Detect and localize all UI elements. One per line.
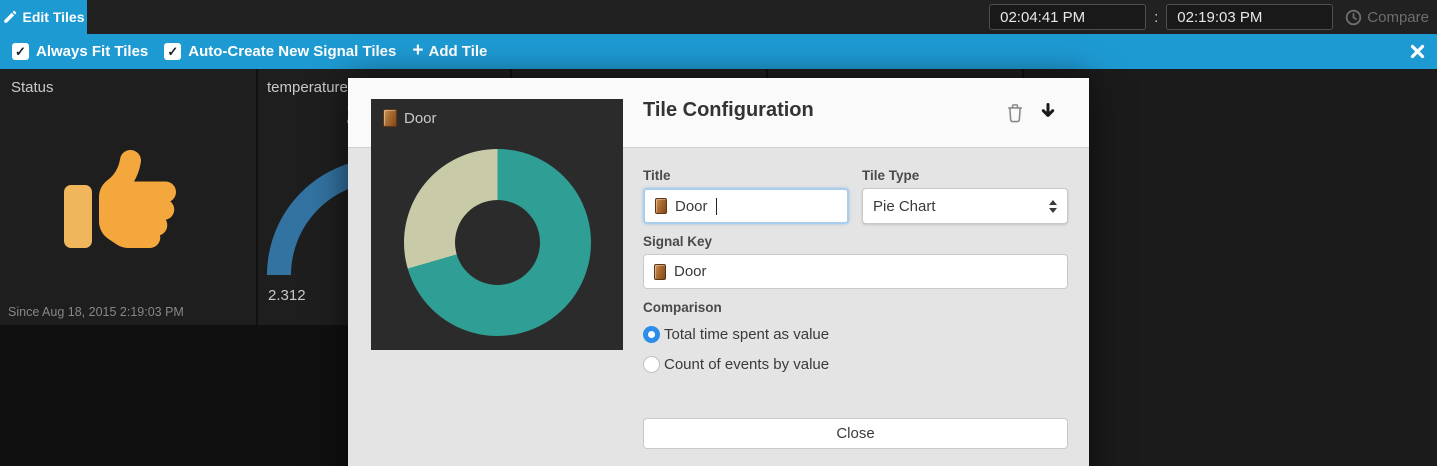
title-label: Title <box>643 168 671 183</box>
temperature-gauge-label: 2.312 <box>268 287 306 304</box>
edit-tiles-screen: Edit Tiles 02:04:41 PM : 02:19:03 PM Com… <box>0 0 1437 466</box>
select-arrows-icon <box>1049 200 1057 213</box>
radio-icon <box>643 326 660 343</box>
download-tile-button[interactable] <box>1039 102 1057 122</box>
time-range-controls: 02:04:41 PM : 02:19:03 PM Compare <box>989 0 1437 34</box>
add-tile-button[interactable]: + Add Tile <box>412 43 487 60</box>
tile-type-label: Tile Type <box>862 168 919 183</box>
pie-tile-preview: Door <box>371 99 623 350</box>
arrow-down-icon <box>1043 105 1052 116</box>
door-emoji <box>383 109 397 127</box>
radio-count-events-label: Count of events by value <box>664 356 829 373</box>
tile-type-value: Pie Chart <box>873 198 936 215</box>
always-fit-tiles-label: Always Fit Tiles <box>36 43 148 60</box>
add-tile-label: Add Tile <box>428 43 487 60</box>
end-time-input[interactable]: 02:19:03 PM <box>1166 4 1333 30</box>
start-time-input[interactable]: 02:04:41 PM <box>989 4 1146 30</box>
close-edit-mode-button[interactable] <box>1410 44 1425 59</box>
radio-total-time-spent[interactable]: Total time spent as value <box>643 326 829 343</box>
plus-icon: + <box>412 41 423 60</box>
signal-key-value: Door <box>674 263 707 280</box>
pencil-icon <box>3 10 17 24</box>
x-icon <box>1413 47 1423 57</box>
radio-icon <box>643 356 660 373</box>
edit-tiles-tab[interactable]: Edit Tiles <box>0 0 87 34</box>
edit-toolbar: ✓ Always Fit Tiles ✓ Auto-Create New Sig… <box>0 34 1437 69</box>
clock-icon <box>1345 9 1362 26</box>
signal-key-label: Signal Key <box>643 234 712 249</box>
checkbox-icon: ✓ <box>164 43 181 60</box>
auto-create-tiles-checkbox[interactable]: ✓ Auto-Create New Signal Tiles <box>164 43 396 60</box>
radio-total-time-label: Total time spent as value <box>664 326 829 343</box>
donut-hole <box>455 200 540 285</box>
edit-tiles-label: Edit Tiles <box>23 9 85 25</box>
thumbs-up-emoji <box>64 143 176 255</box>
tile-type-select[interactable]: Pie Chart <box>862 188 1068 224</box>
top-bar: Edit Tiles 02:04:41 PM : 02:19:03 PM Com… <box>0 0 1437 34</box>
comparison-label: Comparison <box>643 300 722 315</box>
door-emoji <box>654 264 666 280</box>
close-modal-button[interactable]: Close <box>643 418 1068 449</box>
auto-create-tiles-label: Auto-Create New Signal Tiles <box>188 43 396 60</box>
compare-button[interactable]: Compare <box>1345 9 1429 26</box>
dashboard-canvas: Status Since Aug 18, 2015 2:19:03 PM tem… <box>0 69 1437 466</box>
checkbox-icon: ✓ <box>12 43 29 60</box>
trash-icon <box>1008 105 1022 122</box>
always-fit-tiles-checkbox[interactable]: ✓ Always Fit Tiles <box>12 43 148 60</box>
door-emoji <box>655 198 667 214</box>
tile-configuration-modal: Tile Configuration Door <box>348 78 1089 466</box>
delete-tile-button[interactable] <box>1006 103 1024 123</box>
modal-title: Tile Configuration <box>643 99 814 122</box>
status-tile-title: Status <box>11 79 54 96</box>
radio-count-of-events[interactable]: Count of events by value <box>643 356 829 373</box>
title-input-value: Door <box>675 198 708 215</box>
time-separator: : <box>1154 9 1158 26</box>
text-caret <box>716 198 717 215</box>
preview-tile-title: Door <box>383 109 437 127</box>
status-tile[interactable]: Status Since Aug 18, 2015 2:19:03 PM <box>0 69 256 325</box>
title-input[interactable]: Door <box>643 188 849 224</box>
signal-key-input[interactable]: Door <box>643 254 1068 289</box>
compare-label: Compare <box>1367 9 1429 26</box>
status-tile-since-text: Since Aug 18, 2015 2:19:03 PM <box>8 305 184 319</box>
